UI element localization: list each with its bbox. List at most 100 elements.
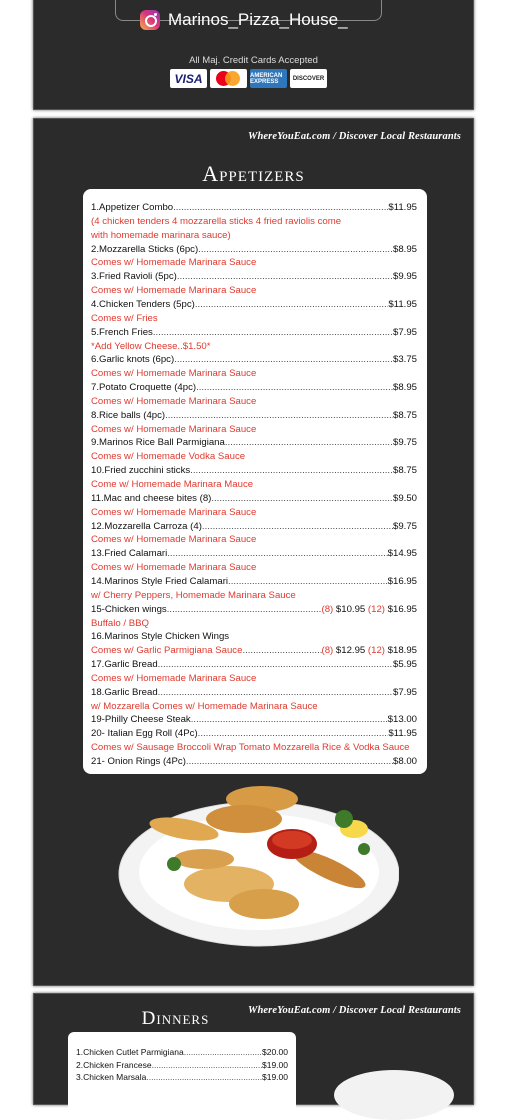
price-large: $16.95 (387, 603, 417, 615)
leader-dots: ........................................… (157, 659, 393, 671)
item-description: Comes w/ Sausage Broccoli Wrap Tomato Mo… (91, 742, 410, 754)
leader-dots: ........................................… (152, 326, 393, 338)
credit-card-logos: VISA AMERICAN EXPRESS DISCOVER (170, 69, 327, 88)
item-description: Comes w/ Homemade Marinara Sauce (91, 257, 257, 269)
item-name: Comes w/ Garlic Parmigiana Sauce (91, 645, 243, 657)
item-name: 8.Rice balls (4pc) (91, 409, 166, 421)
item-price: $19.00 (262, 1072, 288, 1082)
menu-item: 20- Italian Egg Roll (4Pc)..............… (91, 728, 417, 740)
item-name: 14.Marinos Style Fried Calamari (91, 575, 229, 587)
item-name: 2.Chicken Francese (76, 1059, 152, 1070)
leader-dots: ........................................… (173, 202, 389, 213)
menu-item: 3.Chicken Marsala.......................… (76, 1071, 288, 1083)
leader-dots: ........................................… (224, 437, 393, 449)
menu-item: 13.Fried Calamari.......................… (91, 548, 417, 560)
item-name: 11.Mac and cheese bites (8) (91, 492, 212, 504)
item-name: 17.Garlic Bread (91, 659, 158, 671)
item-price: $3.75 (392, 354, 417, 366)
leader-dots: ........................................… (151, 1059, 262, 1070)
item-price: $14.95 (387, 548, 417, 560)
leader-dots: ........................................… (197, 728, 389, 740)
item-description: Come w/ Homemade Marinara Mauce (91, 479, 254, 490)
item-name: 15-Chicken wings (91, 603, 167, 615)
item-price: $8.75 (392, 465, 417, 477)
leader-dots: ........................................… (165, 409, 393, 421)
item-price: $7.95 (392, 686, 417, 698)
leader-dots: ........................................… (190, 465, 393, 477)
item-price: $8.75 (392, 409, 417, 421)
section-title-dinners: Dinners (141, 1008, 210, 1029)
item-price: $16.95 (387, 575, 417, 587)
item-name: 7.Potato Croquette (4pc) (91, 382, 197, 394)
leader-dots: ........................................… (201, 520, 393, 532)
visa-icon: VISA (170, 69, 207, 88)
leader-dots: ........................................… (183, 1047, 262, 1057)
qty-small: (8) (321, 645, 334, 657)
menu-item: 7.Potato Croquette (4pc)................… (91, 382, 417, 394)
item-price: $8.00 (392, 756, 417, 767)
instagram-link[interactable]: Marinos_Pizza_House_ (140, 10, 348, 30)
leader-dots: ........................................… (185, 756, 393, 767)
item-description: (4 chicken tenders 4 mozzarella sticks 4… (91, 215, 342, 227)
instagram-handle: Marinos_Pizza_House_ (168, 10, 348, 29)
item-description: with homemade marinara sauce) (91, 229, 231, 241)
amex-icon: AMERICAN EXPRESS (250, 69, 287, 88)
item-description: Comes w/ Fries (91, 312, 158, 324)
leader-dots: ........................................… (211, 492, 393, 504)
menu-item: 4.Chicken Tenders (5pc).................… (91, 299, 417, 311)
mastercard-icon (210, 69, 247, 88)
item-name: 10.Fried zucchini sticks (91, 465, 191, 477)
item-price: $9.50 (392, 492, 417, 504)
item-name: 18.Garlic Bread (91, 686, 158, 698)
item-description: Buffalo / BBQ (91, 617, 149, 629)
dinners-menu-card: 1.Chicken Cutlet Parmigiana.............… (68, 1032, 296, 1112)
item-price: $11.95 (388, 202, 417, 213)
qty-small: (8) (321, 603, 334, 615)
item-name: 1.Chicken Cutlet Parmigiana (76, 1047, 184, 1057)
item-price: $7.95 (392, 326, 417, 338)
item-name: 20- Italian Egg Roll (4Pc) (91, 728, 198, 740)
credit-cards-text: All Maj. Credit Cards Accepted (189, 55, 318, 66)
menu-item: 3.Fried Ravioli (5pc)...................… (91, 271, 417, 283)
watermark: WhereYouEat.com / Discover Local Restaur… (248, 131, 461, 142)
price-small: $10.95 (335, 603, 366, 615)
menu-item: 16.Marinos Style Chicken Wings (91, 631, 230, 643)
item-description: *Add Yellow Cheese..$1.50* (91, 340, 211, 352)
menu-item: 21- Onion Rings (4Pc)...................… (91, 756, 417, 768)
menu-item: 2.Chicken Francese......................… (76, 1059, 288, 1071)
menu-item: 9.Marinos Rice Ball Parmigiana..........… (91, 437, 417, 449)
item-price: $9.95 (392, 271, 417, 283)
appetizers-panel: WhereYouEat.com / Discover Local Restaur… (33, 118, 474, 986)
menu-item: 12.Mozzarella Carroza (4)...............… (91, 521, 417, 533)
leader-dots: ........................................… (194, 298, 389, 310)
menu-item: 6.Garlic knots (6pc)....................… (91, 354, 417, 366)
item-name: 21- Onion Rings (4Pc) (91, 756, 186, 767)
leader-dots: ........................................… (174, 354, 393, 366)
item-price: $11.95 (388, 728, 417, 740)
item-price: (8) $10.95 (12) $16.95 (322, 604, 418, 616)
leader-dots: ........................................… (176, 271, 393, 283)
appetizers-menu-card: 1.Appetizer Combo.......................… (83, 189, 427, 774)
menu-item: 5.French Fries..........................… (91, 327, 417, 339)
menu-item: 2.Mozzarella Sticks (6pc)...............… (91, 244, 417, 256)
menu-item: 10.Fried zucchini sticks................… (91, 465, 417, 477)
item-price: $11.95 (388, 298, 417, 310)
menu-item: 18.Garlic Bread.........................… (91, 687, 417, 699)
leader-dots: ........................................… (146, 1072, 262, 1082)
item-price: $13.00 (387, 714, 417, 726)
leader-dots: ........................................… (242, 645, 321, 657)
price-small: $12.95 (335, 645, 366, 657)
item-price: $5.95 (392, 659, 417, 671)
item-name: 1.Appetizer Combo (91, 202, 174, 213)
leader-dots: ........................................… (190, 714, 388, 726)
item-name: 2.Mozzarella Sticks (6pc) (91, 243, 199, 255)
item-description: w/ Cherry Peppers, Homemade Marinara Sau… (91, 589, 296, 601)
item-name: 19-Philly Cheese Steak (91, 714, 191, 726)
menu-item: 1.Chicken Cutlet Parmigiana.............… (76, 1046, 288, 1058)
item-description: Comes w/ Homemade Marinara Sauce (91, 672, 257, 684)
item-price: (8) $12.95 (12) $18.95 (322, 645, 418, 657)
item-price: $8.95 (392, 382, 417, 394)
qty-large: (12) (367, 645, 385, 657)
contact-panel: Marinos_Pizza_House_ All Maj. Credit Car… (33, 0, 474, 110)
instagram-icon (140, 10, 160, 30)
